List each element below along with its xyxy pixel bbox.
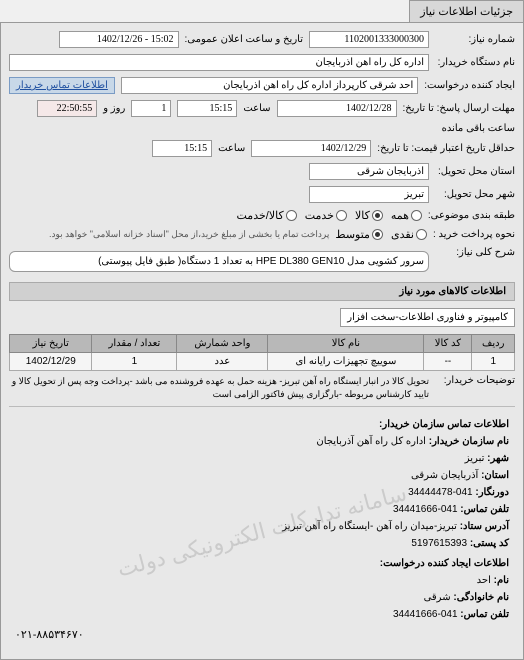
radio-all[interactable] bbox=[411, 210, 422, 221]
payment-radio-group: نقدی متوسط bbox=[335, 228, 427, 241]
response-time-field[interactable] bbox=[177, 100, 237, 117]
radio-both[interactable] bbox=[286, 210, 297, 221]
contact-surname: شرقی bbox=[424, 592, 451, 603]
validity-date-field[interactable] bbox=[251, 140, 371, 157]
radio-goods-label: کالا bbox=[355, 209, 370, 222]
th-code: کد کالا bbox=[424, 335, 472, 353]
contact-req-phone: 041-34441666 bbox=[393, 609, 458, 620]
cell-unit: عدد bbox=[177, 353, 268, 371]
requester-label: ایجاد کننده درخواست: bbox=[424, 80, 515, 91]
payment-note: پرداخت تمام یا بخشی از مبلغ خرید،از محل … bbox=[49, 229, 329, 240]
cell-name: سوییچ تجهیزات رایانه ای bbox=[268, 353, 424, 371]
buyer-org-label: نام دستگاه خریدار: bbox=[435, 57, 515, 68]
radio-cash-label: نقدی bbox=[391, 228, 414, 241]
cell-date: 1402/12/29 bbox=[10, 353, 92, 371]
cell-qty: 1 bbox=[92, 353, 177, 371]
th-qty: تعداد / مقدار bbox=[92, 335, 177, 353]
contact-req-phone-label: تلفن تماس: bbox=[460, 609, 509, 620]
countdown-field bbox=[37, 100, 97, 117]
group-radio-group: همه کالا خدمت کالا/خدمت bbox=[237, 209, 422, 222]
footer-phone: ۰۲۱-۸۸۵۳۴۶۷۰ bbox=[15, 627, 509, 645]
th-name: نام کالا bbox=[268, 335, 424, 353]
contact-address-label: آدرس ستاد: bbox=[460, 521, 509, 532]
group-label: طبقه بندی موضوعی: bbox=[428, 210, 515, 221]
requester-field[interactable] bbox=[121, 77, 418, 94]
radio-service[interactable] bbox=[336, 210, 347, 221]
goods-table: ردیف کد کالا نام کالا واحد شمارش تعداد /… bbox=[9, 334, 515, 371]
cell-row: 1 bbox=[472, 353, 515, 371]
contact-fax: 041-34444478 bbox=[408, 487, 473, 498]
subject-box: سرور کشویی مدل HPE DL380 GEN10 به تعداد … bbox=[9, 251, 429, 272]
contact-title: اطلاعات تماس سازمان خریدار: bbox=[15, 417, 509, 433]
cell-code: -- bbox=[424, 353, 472, 371]
table-row[interactable]: 1 -- سوییچ تجهیزات رایانه ای عدد 1 1402/… bbox=[10, 353, 515, 371]
radio-medium-label: متوسط bbox=[335, 228, 370, 241]
request-number-field[interactable] bbox=[309, 31, 429, 48]
city-label: شهر محل تحویل: bbox=[435, 189, 515, 200]
contact-province: آذربایجان شرقی bbox=[411, 470, 478, 481]
buyer-org-field[interactable] bbox=[9, 54, 429, 71]
request-number-label: شماره نیاز: bbox=[435, 34, 515, 45]
subject-label: شرح کلی نیاز: bbox=[435, 247, 515, 258]
response-date-field[interactable] bbox=[277, 100, 397, 117]
contact-address: تبریز-میدان راه آهن -ایستگاه راه آهن تبر… bbox=[282, 521, 457, 532]
remaining-label: ساعت باقی مانده bbox=[442, 123, 515, 134]
contact-name: احد bbox=[477, 575, 491, 586]
response-deadline-label: مهلت ارسال پاسخ: تا تاریخ: bbox=[403, 103, 515, 114]
contact-org: اداره کل راه آهن آذربایجان bbox=[316, 436, 426, 447]
payment-label: نحوه پرداخت خرید : bbox=[433, 229, 515, 240]
days-label: روز و bbox=[103, 103, 125, 114]
validity-deadline-label: حداقل تاریخ اعتبار قیمت: تا تاریخ: bbox=[377, 143, 515, 154]
contact-org-label: نام سازمان خریدار: bbox=[429, 436, 509, 447]
days-field[interactable] bbox=[131, 100, 171, 117]
contact-city-label: شهر: bbox=[487, 453, 509, 464]
time-label-1: ساعت bbox=[243, 103, 270, 114]
contact-section: سامانه تدارکات الکترونیکی دولت اطلاعات ت… bbox=[9, 411, 515, 651]
public-datetime-field[interactable] bbox=[59, 31, 179, 48]
contact-surname-label: نام خانوادگی: bbox=[453, 592, 509, 603]
tab-title: جزئیات اطلاعات نیاز bbox=[409, 0, 524, 22]
radio-service-label: خدمت bbox=[305, 209, 334, 222]
category-box: کامپیوتر و فناوری اطلاعات-سخت افزار bbox=[340, 308, 515, 327]
radio-cash[interactable] bbox=[416, 229, 427, 240]
city-field[interactable] bbox=[309, 186, 429, 203]
delivery-note: تحویل کالا در انبار ایستگاه راه آهن تبری… bbox=[9, 375, 429, 400]
contact-name-label: نام: bbox=[494, 575, 509, 586]
contact-phone-label: تلفن تماس: bbox=[460, 504, 509, 515]
province-field[interactable] bbox=[309, 163, 429, 180]
th-date: تاریخ نیاز bbox=[10, 335, 92, 353]
radio-all-label: همه bbox=[391, 209, 409, 222]
contact-fax-label: دورنگار: bbox=[475, 487, 509, 498]
time-label-2: ساعت bbox=[218, 143, 245, 154]
radio-both-label: کالا/خدمت bbox=[237, 209, 284, 222]
main-panel: شماره نیاز: تاریخ و ساعت اعلان عمومی: نا… bbox=[0, 22, 524, 660]
contact-postal: 5197615393 bbox=[411, 538, 467, 549]
contact-link-button[interactable]: اطلاعات تماس خریدار bbox=[9, 77, 115, 94]
delivery-label: توضیحات خریدار: bbox=[435, 375, 515, 386]
validity-time-field[interactable] bbox=[152, 140, 212, 157]
contact-city: تبریز bbox=[465, 453, 485, 464]
contact-phone: 041-34441666 bbox=[393, 504, 458, 515]
contact-province-label: استان: bbox=[481, 470, 509, 481]
province-label: استان محل تحویل: bbox=[435, 166, 515, 177]
contact-postal-label: کد پستی: bbox=[470, 538, 509, 549]
public-datetime-label: تاریخ و ساعت اعلان عمومی: bbox=[185, 34, 304, 45]
requester-title: اطلاعات ایجاد کننده درخواست: bbox=[15, 556, 509, 572]
radio-medium[interactable] bbox=[372, 229, 383, 240]
goods-section-title: اطلاعات کالاهای مورد نیاز bbox=[9, 282, 515, 301]
th-row: ردیف bbox=[472, 335, 515, 353]
radio-goods[interactable] bbox=[372, 210, 383, 221]
th-unit: واحد شمارش bbox=[177, 335, 268, 353]
